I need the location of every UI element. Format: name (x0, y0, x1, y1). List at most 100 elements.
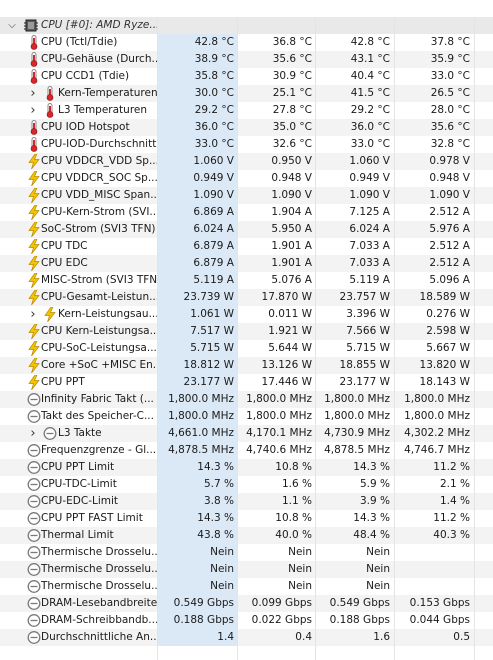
value-min: 1.901 A (271, 257, 312, 269)
sensor-row[interactable]: SoC-Strom (SVI3 TFN) 6.024 A 5.950 A 6.024 … (0, 221, 493, 238)
value-current: 29.2 °C (158, 102, 237, 119)
sensor-row[interactable]: DRAM-Schreibbandb... 0.188 Gbps 0.022 Gbps… (0, 612, 493, 629)
value-max: 40.4 °C (350, 70, 390, 82)
sensor-row[interactable]: Durchschnittliche An... 1.4 0.4 1.6 0.5 (0, 629, 493, 646)
value-current: 23.177 W (158, 374, 237, 391)
sensor-row[interactable]: CPU-Gesamt-Leistun... 23.739 W 17.870 W 23.… (0, 289, 493, 306)
chevron-right-icon[interactable]: › (27, 102, 39, 119)
clock-icon (43, 426, 57, 441)
value-current: Nein (158, 544, 237, 561)
value-current: 18.812 W (158, 357, 237, 374)
sensor-row[interactable]: Thermische Drosselu... Nein Nein Nein (0, 578, 493, 595)
sensor-row[interactable]: Takt des Speicher-C... 1,800.0 MHz 1,800.0… (0, 408, 493, 425)
value-min: 30.9 °C (272, 70, 312, 82)
chevron-right-icon[interactable]: › (27, 85, 39, 102)
sensor-row[interactable]: CPU IOD Hotspot 36.0 °C 35.0 °C 36.0 °C 35.6… (0, 119, 493, 136)
clock-icon (27, 477, 41, 492)
value-avg: 18.589 W (419, 291, 470, 303)
sensor-label: DRAM-Lesebandbreite (41, 597, 157, 609)
sensor-row[interactable]: CPU VDD_MISC Span... 1.090 V 1.090 V 1.090 … (0, 187, 493, 204)
value-max: 0.949 V (349, 172, 390, 184)
value-current: 6.024 A (158, 221, 237, 238)
sensor-row[interactable]: CPU-Kern-Strom (SVI... 6.869 A 1.904 A 7.12… (0, 204, 493, 221)
sensor-row[interactable]: CPU CCD1 (Tdie) 35.8 °C 30.9 °C 40.4 °C 33.0… (0, 68, 493, 85)
lightning-icon (27, 323, 41, 340)
sensor-label: SoC-Strom (SVI3 TFN) (41, 223, 156, 235)
value-avg: 35.9 °C (430, 53, 470, 65)
sensor-row[interactable]: CPU PPT 23.177 W 17.446 W 23.177 W 18.143 W (0, 374, 493, 391)
sensor-row[interactable]: › Kern-Temperaturen 30.0 °C 25.1 °C 41.5 °C 2… (0, 85, 493, 102)
value-avg: 0.153 Gbps (409, 597, 470, 609)
sensor-label: Takt des Speicher-C... (41, 410, 154, 422)
value-current: 1.090 V (158, 187, 237, 204)
sensor-row[interactable]: CPU-IOD-Durchschnitt 33.0 °C 32.6 °C 33.0 °… (0, 136, 493, 153)
value-min: 5.950 A (271, 223, 312, 235)
sensor-label: CPU VDDCR_SOC Sp... (41, 172, 157, 184)
sensor-label: Thermische Drosselu... (41, 546, 157, 558)
value-current: 4,661.0 MHz (158, 425, 237, 442)
value-current: 1.060 V (158, 153, 237, 170)
sensor-row[interactable]: Infinity Fabric Takt (... 1,800.0 MHz 1,80… (0, 391, 493, 408)
value-current: 14.3 % (158, 510, 237, 527)
sensor-row[interactable]: Core +SoC +MISC En... 18.812 W 13.126 W 18.… (0, 357, 493, 374)
chevron-down-icon[interactable]: ⌵ (6, 17, 18, 34)
lightning-icon (43, 306, 57, 323)
clock-icon (27, 409, 41, 424)
sensor-row[interactable]: CPU Kern-Leistungsa... 7.517 W 1.921 W 7.56… (0, 323, 493, 340)
sensor-row[interactable]: CPU-TDC-Limit 5.7 % 1.6 % 5.9 % 2.1 % (0, 476, 493, 493)
sensor-label: Frequenzgrenze - Gl... (41, 444, 157, 456)
value-min: 13.126 W (261, 359, 312, 371)
sensor-label: CPU IOD Hotspot (41, 121, 130, 133)
sensor-row[interactable]: CPU TDC 6.879 A 1.901 A 7.033 A 2.512 A (0, 238, 493, 255)
value-min: 0.011 W (268, 308, 312, 320)
cpu-chip-icon (24, 18, 38, 33)
thermometer-icon (43, 103, 57, 118)
sensor-label: L3 Temperaturen (58, 104, 148, 116)
sensor-row[interactable]: CPU EDC 6.879 A 1.901 A 7.033 A 2.512 A (0, 255, 493, 272)
sensor-row[interactable]: CPU-SoC-Leistungsa... 5.715 W 5.644 W 5.715… (0, 340, 493, 357)
sensor-row[interactable]: CPU VDDCR_SOC Sp... 0.949 V 0.948 V 0.949 V… (0, 170, 493, 187)
sensor-row[interactable]: › L3 Temperaturen 29.2 °C 27.8 °C 29.2 °C 28.… (0, 102, 493, 119)
value-avg: 0.276 W (426, 308, 470, 320)
value-max: 36.0 °C (350, 121, 390, 133)
value-max: 43.1 °C (350, 53, 390, 65)
value-max: 23.757 W (339, 291, 390, 303)
sensor-row[interactable]: CPU VDDCR_VDD Sp... 1.060 V 0.950 V 1.060 V… (0, 153, 493, 170)
sensor-row[interactable]: Frequenzgrenze - Gl... 4,878.5 MHz 4,740.6… (0, 442, 493, 459)
column-divider (474, 17, 475, 660)
group-label: CPU [#0]: AMD Ryze... (41, 19, 160, 31)
sensor-row[interactable]: Thermische Drosselu... Nein Nein Nein (0, 544, 493, 561)
sensor-row[interactable]: Thermal Limit 43.8 % 40.0 % 48.4 % 40.3 % (0, 527, 493, 544)
sensor-row[interactable]: Thermische Drosselu... Nein Nein Nein (0, 561, 493, 578)
sensor-label: Thermal Limit (41, 529, 114, 541)
sensor-label: Kern-Temperaturen (58, 87, 157, 99)
lightning-icon (27, 272, 41, 289)
value-min: 10.8 % (275, 461, 312, 473)
sensor-row[interactable]: › L3 Takte 4,661.0 MHz 4,170.1 MHz 4,730.9 M… (0, 425, 493, 442)
sensor-row[interactable]: CPU-Gehäuse (Durch... 38.9 °C 35.6 °C 43.1 … (0, 51, 493, 68)
group-header-cpu[interactable]: ⌵ CPU [#0]: AMD Ryze... (0, 17, 493, 34)
value-avg: 32.8 °C (430, 138, 470, 150)
value-current: 3.8 % (158, 493, 237, 510)
sensor-row[interactable]: CPU PPT Limit 14.3 % 10.8 % 14.3 % 11.2 % (0, 459, 493, 476)
value-current: 23.739 W (158, 289, 237, 306)
value-max: 7.033 A (349, 240, 390, 252)
sensor-row[interactable]: CPU (Tctl/Tdie) 42.8 °C 36.8 °C 42.8 °C 37.8… (0, 34, 493, 51)
sensor-label: CPU (Tctl/Tdie) (41, 36, 118, 48)
sensor-row[interactable]: CPU PPT FAST Limit 14.3 % 10.8 % 14.3 % 11.2… (0, 510, 493, 527)
sensor-label: CPU-EDC-Limit (41, 495, 119, 507)
sensor-row[interactable]: DRAM-Lesebandbreite 0.549 Gbps 0.099 Gbps 0… (0, 595, 493, 612)
value-current: 30.0 °C (158, 85, 237, 102)
sensor-row[interactable]: CPU-EDC-Limit 3.8 % 1.1 % 3.9 % 1.4 % (0, 493, 493, 510)
sensor-row[interactable]: › Kern-Leistungsau... 1.061 W 0.011 W 3.396 … (0, 306, 493, 323)
chevron-right-icon[interactable]: › (27, 425, 39, 442)
value-max: 42.8 °C (350, 36, 390, 48)
sensor-row[interactable]: MISC-Strom (SVI3 TFN) 5.119 A 5.076 A 5.119… (0, 272, 493, 289)
value-min: 35.0 °C (272, 121, 312, 133)
value-current: 42.8 °C (158, 34, 237, 51)
sensor-label: CPU EDC (41, 257, 88, 269)
chevron-right-icon[interactable]: › (27, 306, 39, 323)
value-avg: 2.512 A (429, 206, 470, 218)
value-max: 3.9 % (359, 495, 390, 507)
sensor-tree[interactable]: ⌵ CPU [#0]: AMD Ryze... CPU (Tctl/Tdie) 4… (0, 0, 493, 660)
